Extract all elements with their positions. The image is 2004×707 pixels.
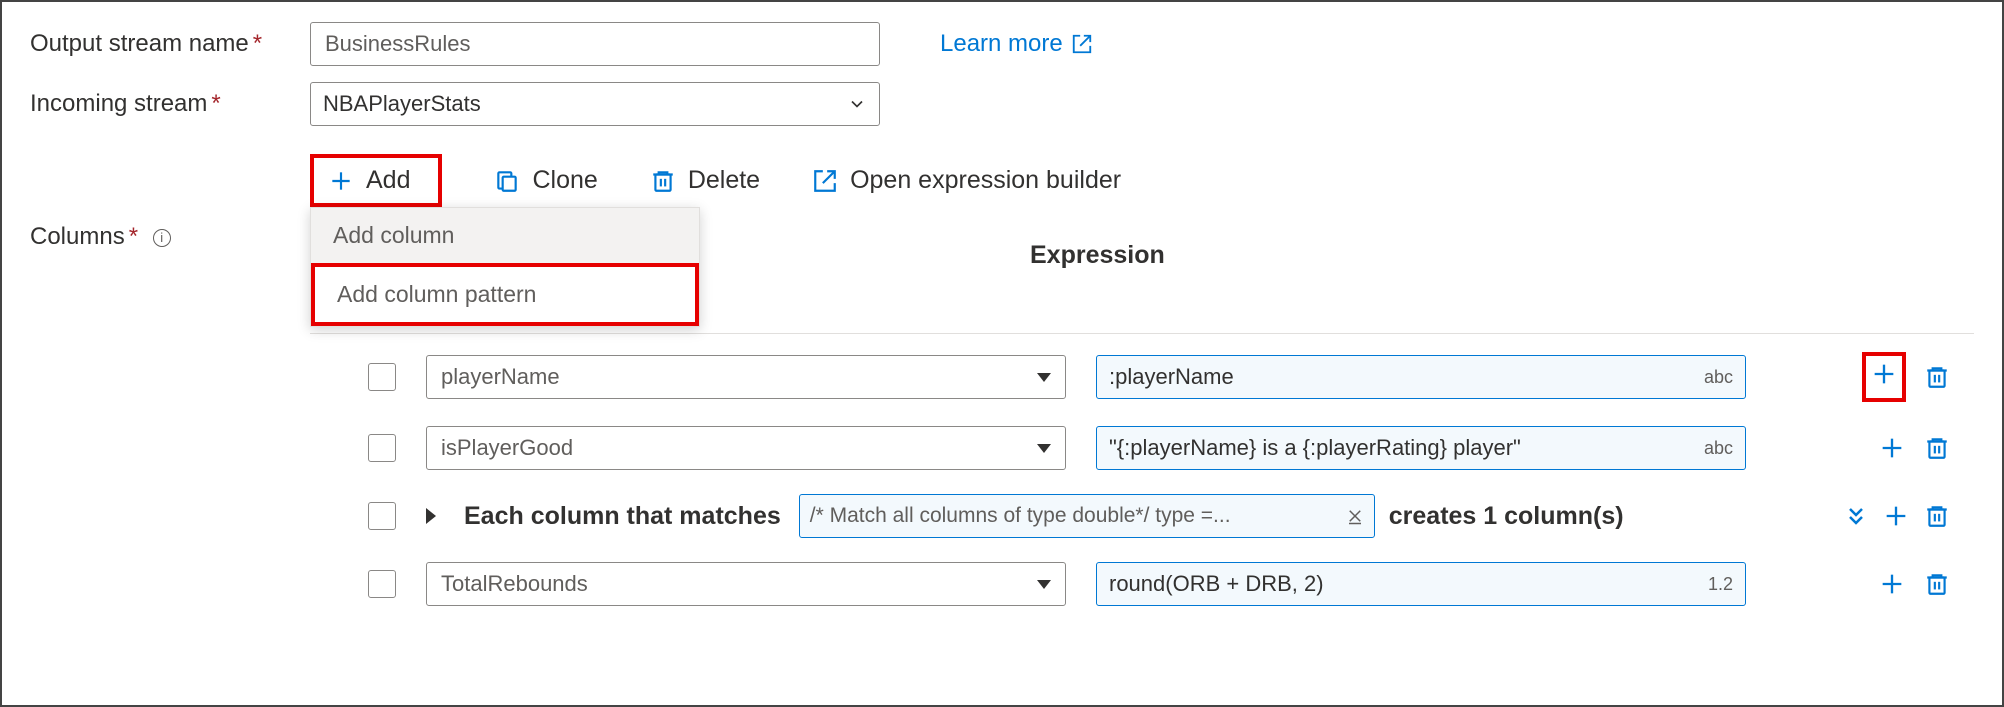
column-row: isPlayerGood "{:playerName} is a {:playe… <box>328 414 1974 482</box>
incoming-stream-select[interactable]: NBAPlayerStats <box>310 82 880 126</box>
row-checkbox[interactable] <box>368 434 396 462</box>
open-expression-builder-button[interactable]: Open expression builder <box>812 166 1121 195</box>
delete-button[interactable]: Delete <box>650 166 760 195</box>
type-indicator: abc <box>1704 367 1733 388</box>
clear-icon[interactable] <box>1346 507 1364 525</box>
column-row: TotalRebounds round(ORB + DRB, 2) 1.2 <box>328 550 1974 618</box>
row-checkbox[interactable] <box>368 570 396 598</box>
menu-add-column[interactable]: Add column <box>311 208 699 263</box>
trash-icon[interactable] <box>1924 503 1950 529</box>
divider <box>310 333 1974 334</box>
type-indicator: 1.2 <box>1708 574 1733 595</box>
trash-icon[interactable] <box>1924 435 1950 461</box>
learn-more-link[interactable]: Learn more <box>940 30 1093 58</box>
expression-input[interactable]: :playerName abc <box>1096 355 1746 399</box>
plus-icon <box>328 168 354 194</box>
trash-icon <box>650 168 676 194</box>
add-button[interactable]: Add <box>328 166 410 195</box>
external-link-icon <box>1071 33 1093 55</box>
expression-input[interactable]: round(ORB + DRB, 2) 1.2 <box>1096 562 1746 606</box>
column-row: playerName :playerName abc <box>328 340 1974 414</box>
pattern-expression-input[interactable]: /* Match all columns of type double*/ ty… <box>799 494 1375 538</box>
trash-icon[interactable] <box>1924 364 1950 390</box>
plus-icon[interactable] <box>1882 502 1910 530</box>
chevron-down-icon <box>847 94 867 114</box>
double-chevron-down-icon[interactable] <box>1844 504 1868 528</box>
column-name-select[interactable]: TotalRebounds <box>426 562 1066 606</box>
external-link-icon <box>812 168 838 194</box>
output-stream-name-input[interactable] <box>310 22 880 66</box>
incoming-stream-label: Incoming stream* <box>30 90 310 118</box>
menu-add-column-pattern[interactable]: Add column pattern <box>315 267 695 322</box>
caret-down-icon <box>1037 580 1051 589</box>
type-indicator: abc <box>1704 438 1733 459</box>
columns-label: Columns* i <box>30 209 310 251</box>
clone-icon <box>494 168 520 194</box>
add-row-highlight <box>1862 352 1906 402</box>
menu-add-column-pattern-highlight: Add column pattern <box>311 263 699 326</box>
clone-button[interactable]: Clone <box>494 166 597 195</box>
column-name-select[interactable]: playerName <box>426 355 1066 399</box>
column-pattern-row: Each column that matches /* Match all co… <box>328 482 1974 550</box>
plus-icon[interactable] <box>1878 434 1906 462</box>
output-stream-name-label: Output stream name* <box>30 30 310 58</box>
add-dropdown-menu: Add column Add column pattern <box>310 207 700 327</box>
pattern-prefix-label: Each column that matches <box>464 502 781 531</box>
caret-down-icon <box>1037 373 1051 382</box>
plus-icon[interactable] <box>1878 570 1906 598</box>
column-name-select[interactable]: isPlayerGood <box>426 426 1066 470</box>
plus-icon[interactable] <box>1870 360 1898 388</box>
row-checkbox[interactable] <box>368 363 396 391</box>
expression-column-header: Expression <box>1030 241 1165 269</box>
caret-down-icon <box>1037 444 1051 453</box>
row-checkbox[interactable] <box>368 502 396 530</box>
trash-icon[interactable] <box>1924 571 1950 597</box>
info-icon[interactable]: i <box>153 229 171 247</box>
expression-input[interactable]: "{:playerName} is a {:playerRating} play… <box>1096 426 1746 470</box>
pattern-suffix-label: creates 1 column(s) <box>1389 502 1624 531</box>
add-button-highlight: Add <box>310 154 442 207</box>
expand-triangle-icon[interactable] <box>426 508 436 524</box>
